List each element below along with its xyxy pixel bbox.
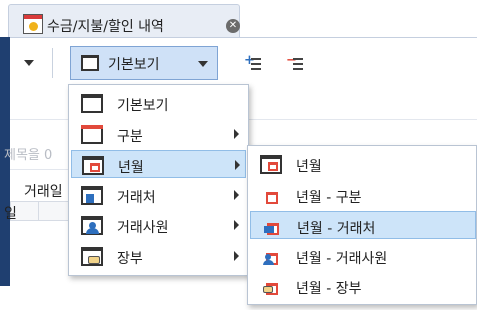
calendar-window-icon bbox=[260, 155, 282, 174]
table-header bbox=[10, 201, 70, 221]
menu-item-label: 년월 - 거래사원 bbox=[296, 251, 388, 267]
year-month-submenu: 년월 년월 - 구분 년월 - 거래처 년월 - 거래사원 년월 - 장부 bbox=[247, 145, 477, 305]
tab-bar: 수금/지불/할인 내역 ✕ bbox=[0, 0, 477, 37]
category-window-icon bbox=[81, 125, 103, 144]
submenu-item-year-month-category[interactable]: 년월 - 구분 bbox=[250, 181, 476, 209]
chevron-right-icon bbox=[234, 251, 239, 261]
menu-item-label: 년월 - 구분 bbox=[296, 190, 362, 206]
calendar-icon bbox=[82, 156, 104, 175]
view-mode-label: 기본보기 bbox=[108, 57, 160, 73]
menu-item-employee[interactable]: 거래사원 bbox=[71, 211, 246, 239]
close-icon[interactable]: ✕ bbox=[226, 19, 240, 33]
company-icon bbox=[81, 186, 103, 205]
person-icon bbox=[81, 216, 103, 235]
view-mode-dropdown[interactable]: 기본보기 bbox=[70, 46, 218, 80]
chevron-right-icon bbox=[234, 220, 239, 230]
menu-item-category[interactable]: 구분 bbox=[71, 120, 246, 148]
chevron-right-icon bbox=[234, 190, 239, 200]
view-mode-menu: 기본보기 구분 년월 거래처 거래사원 장부 bbox=[68, 84, 249, 276]
menu-item-label: 년월 bbox=[118, 160, 144, 176]
menu-item-label: 년월 bbox=[296, 159, 322, 175]
calendar-category-icon bbox=[260, 186, 284, 206]
search-input[interactable]: 제목을 0 bbox=[4, 144, 52, 163]
menu-item-basic-view[interactable]: 기본보기 bbox=[71, 89, 246, 117]
menu-item-label: 기본보기 bbox=[117, 98, 169, 114]
menu-item-label: 년월 - 거래처 bbox=[297, 221, 376, 237]
chevron-right-icon bbox=[234, 129, 239, 139]
expand-rows-icon[interactable]: + bbox=[244, 54, 264, 72]
tab-title: 수금/지불/할인 내역 bbox=[47, 19, 164, 35]
chevron-right-icon bbox=[235, 160, 240, 170]
menu-item-label: 구분 bbox=[117, 129, 143, 145]
toolbar: 기본보기 + − bbox=[10, 37, 477, 89]
group-header-label: 거래일 bbox=[24, 184, 63, 200]
ledger-icon bbox=[81, 247, 103, 266]
submenu-item-year-month-client[interactable]: 년월 - 거래처 bbox=[250, 211, 476, 239]
menu-item-year-month[interactable]: 년월 bbox=[71, 150, 246, 178]
menu-item-label: 거래사원 bbox=[117, 220, 169, 236]
toolbar-divider bbox=[52, 48, 53, 78]
window-icon bbox=[81, 55, 99, 71]
report-icon bbox=[23, 14, 43, 34]
window-icon bbox=[81, 94, 103, 113]
menu-item-ledger[interactable]: 장부 bbox=[71, 242, 246, 270]
document-tab[interactable]: 수금/지불/할인 내역 ✕ bbox=[8, 4, 240, 37]
submenu-item-year-month-employee[interactable]: 년월 - 거래사원 bbox=[250, 242, 476, 270]
calendar-ledger-icon bbox=[260, 277, 284, 297]
submenu-item-year-month-ledger[interactable]: 년월 - 장부 bbox=[250, 272, 476, 300]
collapse-rows-icon[interactable]: − bbox=[286, 54, 306, 72]
column-divider bbox=[38, 201, 39, 221]
chevron-down-icon bbox=[198, 61, 208, 67]
menu-item-label: 장부 bbox=[117, 251, 143, 267]
submenu-item-year-month[interactable]: 년월 bbox=[250, 150, 476, 178]
calendar-company-icon bbox=[261, 217, 285, 237]
menu-item-label: 년월 - 장부 bbox=[296, 281, 362, 297]
chevron-down-icon[interactable] bbox=[24, 60, 34, 66]
calendar-person-icon bbox=[260, 247, 284, 267]
column-header: 일 bbox=[4, 206, 17, 222]
menu-item-client[interactable]: 거래처 bbox=[71, 181, 246, 209]
menu-item-label: 거래처 bbox=[117, 190, 156, 206]
